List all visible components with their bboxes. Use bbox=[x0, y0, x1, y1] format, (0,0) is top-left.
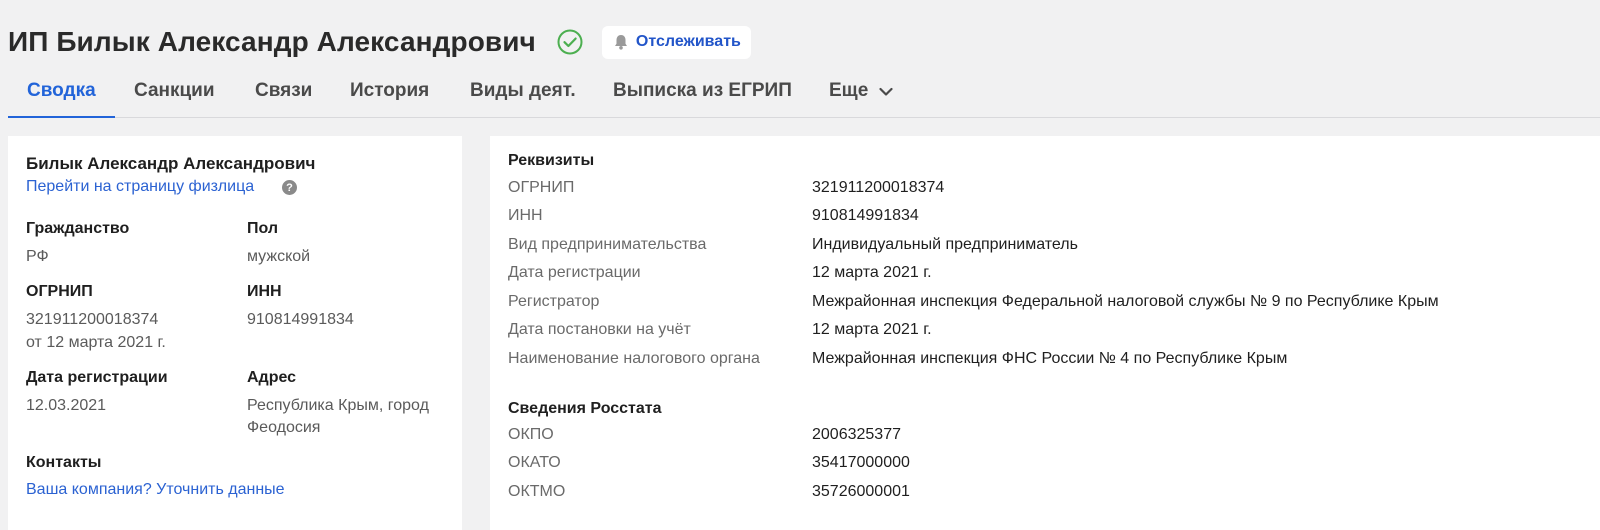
requisite-value: 910814991834 bbox=[812, 207, 919, 224]
ogrnip-value: 321911200018374 bbox=[26, 311, 159, 328]
address-line-1: Республика Крым, город bbox=[247, 397, 429, 414]
requisite-row: Вид предпринимательства Индивидуальный п… bbox=[508, 236, 1600, 264]
follow-button-label: Отслеживать bbox=[635, 33, 741, 50]
requisite-key: ОГРНИП bbox=[508, 179, 575, 196]
rosstat-row: ОКТМО 35726000001 bbox=[508, 483, 1600, 511]
regdate-value: 12.03.2021 bbox=[26, 397, 107, 414]
rosstat-row: ОКПО 2006325377 bbox=[508, 426, 1600, 454]
requisite-key: ИНН bbox=[508, 207, 543, 224]
requisite-row: ИНН 910814991834 bbox=[508, 207, 1600, 235]
requisite-row: Регистратор Межрайонная инспекция Федера… bbox=[508, 293, 1600, 321]
person-page-link[interactable]: Перейти на страницу физлица bbox=[26, 178, 254, 196]
requisite-value: Индивидуальный предприниматель bbox=[812, 236, 1078, 253]
tab-label: Выписка из ЕГРИП bbox=[613, 80, 792, 101]
follow-button[interactable]: Отслеживать bbox=[601, 25, 751, 59]
requisite-key: Вид предпринимательства bbox=[508, 236, 707, 253]
update-contacts-link[interactable]: Ваша компания? Уточнить данные bbox=[26, 481, 285, 499]
address-label: Адрес bbox=[247, 369, 297, 386]
requisite-key: Дата регистрации bbox=[508, 264, 641, 281]
citizenship-label: Гражданство bbox=[26, 220, 130, 237]
rosstat-value: 35417000000 bbox=[812, 454, 910, 471]
tab-activities[interactable]: Виды деят. bbox=[470, 74, 576, 117]
page-title: ИП Билык Александр Александрович bbox=[8, 26, 536, 57]
requisite-key: Регистратор bbox=[508, 293, 600, 310]
bell-icon bbox=[612, 33, 630, 51]
tab-label: Связи bbox=[255, 80, 313, 101]
requisite-row: Дата постановки на учёт 12 марта 2021 г. bbox=[508, 321, 1600, 349]
regdate-label: Дата регистрации bbox=[26, 369, 168, 386]
tab-egrip-extract[interactable]: Выписка из ЕГРИП bbox=[613, 74, 792, 117]
requisite-row: Наименование налогового органа Межрайонн… bbox=[508, 350, 1600, 378]
requisite-row: ОГРНИП 321911200018374 bbox=[508, 179, 1600, 207]
rosstat-row: ОКАТО 35417000000 bbox=[508, 454, 1600, 482]
rosstat-value: 35726000001 bbox=[812, 483, 910, 500]
person-name: Билык Александр Александрович bbox=[26, 154, 316, 173]
requisite-value: Межрайонная инспекция Федеральной налого… bbox=[812, 293, 1439, 310]
inn-label: ИНН bbox=[247, 283, 282, 300]
tab-summary[interactable]: Сводка bbox=[8, 74, 115, 118]
person-card: Билык Александр Александрович Перейти на… bbox=[8, 136, 462, 530]
rosstat-value: 2006325377 bbox=[812, 426, 901, 443]
rosstat-key: ОКПО bbox=[508, 426, 554, 443]
rosstat-title: Сведения Росстата bbox=[508, 400, 662, 417]
address-line-2: Феодосия bbox=[247, 419, 321, 436]
requisite-value: 321911200018374 bbox=[812, 179, 945, 196]
requisites-title: Реквизиты bbox=[508, 152, 595, 169]
ogrnip-label: ОГРНИП bbox=[26, 283, 93, 300]
tab-label: Санкции bbox=[134, 80, 215, 101]
rosstat-key: ОКАТО bbox=[508, 454, 561, 471]
tab-label: Сводка bbox=[27, 80, 96, 101]
requisite-value: 12 марта 2021 г. bbox=[812, 264, 932, 281]
gender-label: Пол bbox=[247, 220, 279, 237]
check-circle-icon bbox=[556, 28, 584, 56]
gender-value: мужской bbox=[247, 248, 311, 265]
tab-label: Еще bbox=[829, 80, 869, 101]
tab-more[interactable]: Еще bbox=[829, 74, 894, 117]
tab-history[interactable]: История bbox=[350, 74, 429, 117]
requisite-value: Межрайонная инспекция ФНС России № 4 по … bbox=[812, 350, 1288, 367]
requisite-key: Наименование налогового органа bbox=[508, 350, 760, 367]
requisites-card: Реквизиты ОГРНИП 321911200018374 ИНН 910… bbox=[490, 136, 1600, 530]
requisite-key: Дата постановки на учёт bbox=[508, 321, 691, 338]
question-icon[interactable]: ? bbox=[282, 180, 297, 195]
requisite-value: 12 марта 2021 г. bbox=[812, 321, 932, 338]
requisite-row: Дата регистрации 12 марта 2021 г. bbox=[508, 264, 1600, 292]
chevron-down-icon bbox=[878, 84, 894, 100]
rosstat-key: ОКТМО bbox=[508, 483, 566, 500]
tab-links[interactable]: Связи bbox=[255, 74, 312, 117]
citizenship-value: РФ bbox=[26, 248, 49, 265]
ogrnip-date: от 12 марта 2021 г. bbox=[26, 334, 166, 351]
tab-label: Виды деят. bbox=[470, 80, 576, 101]
tab-bar: Сводка Санкции Связи История Виды деят. … bbox=[8, 74, 1600, 118]
tab-label: История bbox=[350, 80, 430, 101]
inn-value: 910814991834 bbox=[247, 311, 354, 328]
page-header: ИП Билык Александр Александрович Отслежи… bbox=[8, 22, 751, 62]
tab-sanctions[interactable]: Санкции bbox=[134, 74, 215, 117]
contacts-label: Контакты bbox=[26, 454, 102, 471]
